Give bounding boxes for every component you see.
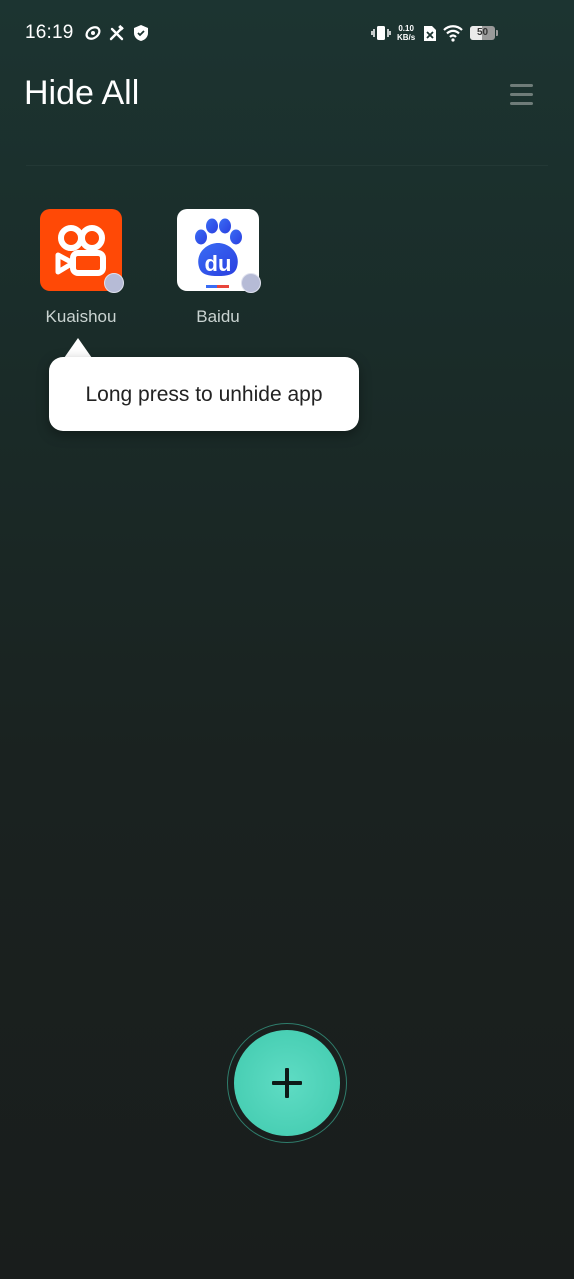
hidden-badge-icon — [241, 273, 261, 293]
tools-icon — [106, 22, 128, 44]
sync-icon — [82, 22, 104, 44]
network-speed-unit: KB/s — [397, 33, 416, 42]
divider — [26, 165, 548, 166]
status-bar: 16:19 0.10 KB/s 50 — [0, 0, 574, 66]
kuaishou-icon[interactable] — [40, 209, 124, 293]
menu-icon[interactable] — [506, 80, 536, 110]
unhide-tooltip: Long press to unhide app — [49, 357, 359, 431]
app-label: Baidu — [196, 307, 240, 326]
page-title: Hide All — [24, 74, 140, 112]
app-label: Kuaishou — [45, 307, 117, 326]
hidden-badge-icon — [104, 273, 124, 293]
battery-level: 50 — [476, 27, 489, 38]
network-speed: 0.10 KB/s — [397, 24, 415, 42]
tooltip-text: Long press to unhide app — [85, 383, 323, 406]
vibrate-icon — [370, 22, 392, 44]
sim-x-icon — [419, 22, 441, 44]
battery-icon: 50 — [470, 26, 498, 40]
app-item-kuaishou[interactable]: Kuaishou — [26, 209, 136, 327]
status-time: 16:19 — [25, 22, 74, 43]
network-speed-value: 0.10 — [398, 24, 414, 33]
tooltip-arrow — [64, 338, 92, 358]
app-item-baidu[interactable]: du Baidu — [163, 209, 273, 327]
svg-text:du: du — [205, 251, 232, 276]
shield-icon — [130, 22, 152, 44]
add-app-button[interactable] — [234, 1030, 340, 1136]
baidu-icon[interactable]: du — [177, 209, 261, 293]
wifi-icon — [442, 22, 464, 44]
